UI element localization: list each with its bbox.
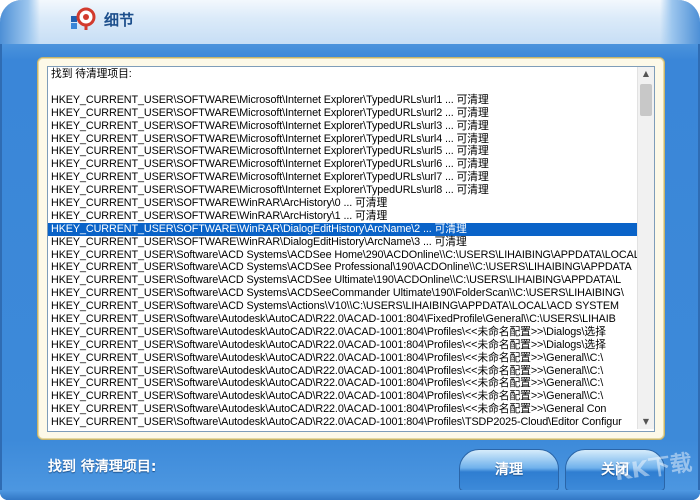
scroll-down-button[interactable]: ▼ (638, 415, 654, 429)
details-panel: 找到 待清理项目: HKEY_CURRENT_USER\SOFTWARE\Mic… (37, 57, 665, 440)
title-right-decoration (660, 0, 700, 44)
scroll-thumb[interactable] (640, 84, 652, 116)
list-item[interactable]: HKEY_CURRENT_USER\Software\Autodesk\Auto… (48, 416, 638, 429)
clean-button[interactable]: 清理 (459, 449, 559, 491)
window-bottom-edge (0, 490, 700, 500)
list-item[interactable]: HKEY_CURRENT_USER\Software\Autodesk\Auto… (48, 365, 638, 378)
list-item[interactable]: HKEY_CURRENT_USER\SOFTWARE\Microsoft\Int… (48, 145, 638, 158)
list-item[interactable]: HKEY_CURRENT_USER\SOFTWARE\Microsoft\Int… (48, 120, 638, 133)
list-item[interactable]: HKEY_CURRENT_USER\Software\ACD Systems\A… (48, 274, 638, 287)
status-text: 找到 待清理项目: (48, 459, 157, 475)
list-item[interactable]: HKEY_CURRENT_USER\Software\ACD Systems\A… (48, 300, 638, 313)
list-item[interactable]: HKEY_CURRENT_USER\Software\Autodesk\Auto… (48, 403, 638, 416)
app-logo-icon (71, 7, 96, 30)
list-item[interactable]: HKEY_CURRENT_USER\Software\Autodesk\Auto… (48, 326, 638, 339)
list-item[interactable]: HKEY_CURRENT_USER\SOFTWARE\WinRAR\ArcHis… (48, 210, 638, 223)
list-item[interactable]: HKEY_CURRENT_USER\SOFTWARE\WinRAR\Dialog… (48, 236, 638, 249)
title-bar[interactable]: 细节 (0, 0, 700, 44)
vertical-scrollbar[interactable]: ▲ ▼ (637, 67, 654, 429)
list-item[interactable]: HKEY_CURRENT_USER\Software\ACD Systems\A… (48, 287, 638, 300)
list-item[interactable]: HKEY_CURRENT_USER\Software\Autodesk\Auto… (48, 313, 638, 326)
list-item[interactable]: HKEY_CURRENT_USER\SOFTWARE\Microsoft\Int… (48, 158, 638, 171)
list-item[interactable]: HKEY_CURRENT_USER\Software\Autodesk\Auto… (48, 352, 638, 365)
list-item[interactable]: HKEY_CURRENT_USER\Software\Autodesk\Auto… (48, 339, 638, 352)
details-window: 细节 找到 待清理项目: HKEY_CURRENT_USER\SOFTWARE\… (0, 0, 700, 500)
list-item[interactable]: HKEY_CURRENT_USER\SOFTWARE\Microsoft\Int… (48, 107, 638, 120)
cleanup-items-list[interactable]: 找到 待清理项目: HKEY_CURRENT_USER\SOFTWARE\Mic… (47, 66, 655, 432)
list-item[interactable]: HKEY_CURRENT_USER\SOFTWARE\Microsoft\Int… (48, 184, 638, 197)
list-header: 找到 待清理项目: (51, 68, 132, 80)
list-item[interactable]: HKEY_CURRENT_USER\Software\ACD Systems\A… (48, 249, 638, 262)
list-item[interactable]: HKEY_CURRENT_USER\Software\ACD Systems\A… (48, 261, 638, 274)
list-item[interactable]: HKEY_CURRENT_USER\Software\Autodesk\Auto… (48, 390, 638, 403)
list-item[interactable]: HKEY_CURRENT_USER\Software\Autodesk\Auto… (48, 377, 638, 390)
list-item[interactable]: HKEY_CURRENT_USER\SOFTWARE\Microsoft\Int… (48, 133, 638, 146)
list-item[interactable]: HKEY_CURRENT_USER\SOFTWARE\WinRAR\ArcHis… (48, 197, 638, 210)
list-item-selected[interactable]: HKEY_CURRENT_USER\SOFTWARE\WinRAR\Dialog… (48, 222, 638, 236)
list-item[interactable]: HKEY_CURRENT_USER\SOFTWARE\Microsoft\Int… (48, 171, 638, 184)
scroll-up-button[interactable]: ▲ (638, 67, 654, 81)
list-rows: 找到 待清理项目: HKEY_CURRENT_USER\SOFTWARE\Mic… (48, 67, 638, 429)
title-left-decoration (0, 0, 40, 44)
window-title: 细节 (104, 11, 135, 29)
list-item[interactable]: HKEY_CURRENT_USER\SOFTWARE\Microsoft\Int… (48, 94, 638, 107)
